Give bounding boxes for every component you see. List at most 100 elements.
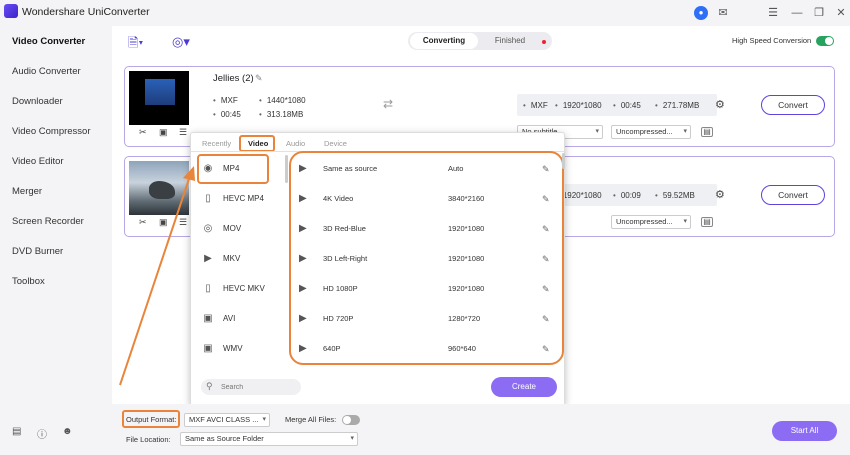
help-icon[interactable]: ⓘ (37, 426, 47, 441)
format-item-wmv[interactable]: ▣ WMV (201, 339, 281, 359)
thumbnail-tools: ✂ ▣ ☰ (129, 217, 189, 231)
sidebar-item-merger[interactable]: Merger (0, 179, 112, 205)
wmv-icon: ▣ (203, 343, 213, 354)
mp4-highlight (197, 154, 269, 184)
avi-icon: ▣ (203, 313, 213, 324)
subtitle-edit-icon[interactable]: ▤ (701, 217, 713, 227)
resolution-name: HD 1080P (323, 284, 358, 293)
shuffle-icon: ⇄ (383, 97, 394, 111)
title-bar: Wondershare UniConverter ● ✉ ☰ — ❐ ✕ (0, 0, 850, 26)
edit-icon[interactable]: ✎ (542, 309, 550, 329)
video-icon: ▶ (299, 253, 307, 264)
rename-icon[interactable]: ✎ (255, 73, 263, 84)
user-account-icon[interactable]: ● (694, 6, 708, 20)
tab-recently[interactable]: Recently (202, 139, 231, 148)
format-item-avi[interactable]: ▣ AVI (201, 309, 281, 329)
edit-icon[interactable]: ✎ (542, 159, 550, 179)
convert-button[interactable]: Convert (761, 185, 825, 205)
resolution-value: 1280*720 (448, 314, 481, 323)
hevc-icon: ▯ (205, 193, 211, 204)
tab-converting[interactable]: Converting (410, 33, 478, 49)
maximize-icon[interactable]: ❐ (812, 6, 826, 20)
audio-value: Uncompressed... (616, 127, 673, 136)
edit-icon[interactable]: ✎ (542, 189, 550, 209)
mkv-icon: ▶ (204, 253, 212, 264)
create-button[interactable]: Create (491, 377, 557, 397)
target-format: MXF (530, 101, 548, 110)
users-icon[interactable]: ☻ (62, 426, 73, 437)
file-location-select[interactable]: Same as Source Folder ▾ (180, 432, 358, 446)
format-item-mkv[interactable]: ▶ MKV (201, 249, 281, 269)
app-logo-icon (4, 4, 18, 18)
sidebar-item-downloader[interactable]: Downloader (0, 89, 112, 115)
format-item-hevc-mkv[interactable]: ▯ HEVC MKV (201, 279, 281, 299)
search-input[interactable] (221, 381, 295, 393)
high-speed-conversion-toggle[interactable] (816, 36, 834, 46)
convert-button[interactable]: Convert (761, 95, 825, 115)
minimize-icon[interactable]: — (790, 6, 804, 20)
resolution-row[interactable]: ▶ 3D Red-Blue 1920*1080 ✎ (299, 219, 559, 239)
sidebar-item-video-compressor[interactable]: Video Compressor (0, 119, 112, 145)
trim-icon[interactable]: ✂ (139, 217, 147, 228)
video-icon: ▶ (299, 193, 307, 204)
tab-finished[interactable]: Finished (480, 33, 540, 49)
mail-icon[interactable]: ✉ (716, 6, 730, 20)
thumbnail-tools: ✂ ▣ ☰ (129, 127, 189, 141)
target-resolution: 1920*1080 (562, 191, 602, 200)
settings-gear-icon[interactable]: ⚙ (715, 188, 725, 201)
audio-select[interactable]: Uncompressed... ▾ (611, 215, 691, 229)
resolution-row[interactable]: ▶ 640P 960*640 ✎ (299, 339, 559, 359)
edit-icon[interactable]: ✎ (542, 219, 550, 239)
sidebar-item-video-editor[interactable]: Video Editor (0, 149, 112, 175)
target-duration: 00:45 (620, 101, 641, 110)
settings-gear-icon[interactable]: ⚙ (715, 98, 725, 111)
subtitle-edit-icon[interactable]: ▤ (701, 127, 713, 137)
format-list-scrollbar[interactable] (285, 155, 288, 183)
tab-device[interactable]: Device (324, 139, 347, 148)
audio-select[interactable]: Uncompressed... ▾ (611, 125, 691, 139)
resolution-name: 4K Video (323, 194, 354, 203)
crop-icon[interactable]: ▣ (159, 217, 168, 228)
search-icon: ⚲ (206, 381, 213, 391)
sidebar-item-screen-recorder[interactable]: Screen Recorder (0, 209, 112, 235)
close-icon[interactable]: ✕ (834, 6, 848, 20)
format-item-mov[interactable]: ◎ MOV (201, 219, 281, 239)
crop-icon[interactable]: ▣ (159, 127, 168, 138)
effects-icon[interactable]: ☰ (179, 127, 187, 138)
edit-icon[interactable]: ✎ (542, 339, 550, 359)
book-icon[interactable]: ▤ (12, 426, 21, 437)
format-label: MKV (223, 254, 241, 263)
resolution-value: 1920*1080 (448, 224, 485, 233)
sidebar-item-dvd-burner[interactable]: DVD Burner (0, 239, 112, 265)
resolution-row[interactable]: ▶ Same as source Auto ✎ (299, 159, 559, 179)
video-icon: ▶ (299, 163, 307, 174)
video-thumbnail[interactable] (129, 161, 189, 215)
source-resolution: 1440*1080 (266, 96, 306, 105)
menu-icon[interactable]: ☰ (766, 6, 780, 20)
resolution-value: Auto (448, 164, 464, 173)
output-format-select[interactable]: MXF AVCI CLASS ... ▾ (184, 413, 270, 427)
merge-all-files-toggle[interactable] (342, 415, 360, 425)
sidebar-item-video-converter[interactable]: Video Converter (0, 29, 112, 55)
add-dvd-icon[interactable]: ◎▾ (172, 34, 190, 50)
sidebar-item-audio-converter[interactable]: Audio Converter (0, 59, 112, 85)
effects-icon[interactable]: ☰ (179, 217, 187, 228)
tab-audio[interactable]: Audio (286, 139, 305, 148)
start-all-button[interactable]: Start All (772, 421, 837, 441)
resolution-list-scrollbar[interactable] (562, 153, 565, 169)
add-file-icon[interactable]: 🗎▾ (128, 34, 143, 56)
video-thumbnail[interactable] (129, 71, 189, 125)
edit-icon[interactable]: ✎ (542, 249, 550, 269)
target-info-bar[interactable]: • MXF • 1920*1080 • 00:45 • 271.78MB (517, 94, 717, 116)
format-item-hevc-mp4[interactable]: ▯ HEVC MP4 (201, 189, 281, 209)
edit-icon[interactable]: ✎ (542, 279, 550, 299)
resolution-row[interactable]: ▶ HD 1080P 1920*1080 ✎ (299, 279, 559, 299)
format-search: ⚲ (201, 379, 301, 395)
notification-dot (542, 40, 546, 44)
resolution-row[interactable]: ▶ HD 720P 1280*720 ✎ (299, 309, 559, 329)
resolution-row[interactable]: ▶ 3D Left-Right 1920*1080 ✎ (299, 249, 559, 269)
resolution-row[interactable]: ▶ 4K Video 3840*2160 ✎ (299, 189, 559, 209)
mov-icon: ◎ (203, 223, 213, 234)
sidebar-item-toolbox[interactable]: Toolbox (0, 269, 112, 295)
trim-icon[interactable]: ✂ (139, 127, 147, 138)
